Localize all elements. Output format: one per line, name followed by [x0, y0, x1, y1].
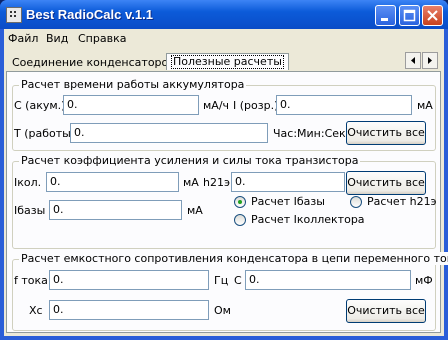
title-bar[interactable]: Best RadioCalc v.1.1 — [0, 0, 448, 29]
app-window: Best RadioCalc v.1.1 Файл Вид Справка Со… — [0, 0, 448, 340]
tab-useful-calculations-label: Полезные расчеты — [171, 55, 284, 69]
transistor-clear-button[interactable]: Очистить все — [346, 171, 426, 195]
tab-useful-calculations[interactable]: Полезные расчеты — [166, 53, 289, 70]
triangle-right-icon — [428, 57, 432, 64]
capacity-input[interactable]: 0. — [63, 95, 199, 115]
frequency-unit: Гц — [214, 274, 229, 287]
capacitance-input[interactable]: 0. — [245, 270, 411, 290]
reactance-input[interactable]: 0. — [49, 300, 209, 320]
current-unit: мА — [417, 99, 433, 112]
tab-panel: Расчет времени работы аккумулятора С (ак… — [6, 71, 448, 333]
radio-calc-h21-label[interactable]: Расчет h21э — [367, 195, 437, 208]
tab-scroll-left-button[interactable] — [405, 52, 421, 69]
transistor-group: Расчет коэффициента усиления и силы тока… — [12, 154, 437, 249]
battery-group-title: Расчет времени работы аккумулятора — [19, 78, 247, 91]
client-area: Файл Вид Справка Соединение конденсаторо… — [4, 29, 448, 336]
time-input[interactable]: 0. — [70, 123, 268, 143]
close-button[interactable] — [422, 5, 443, 26]
frequency-input[interactable]: 0. — [49, 270, 209, 290]
tab-scroll-arrows — [405, 52, 439, 69]
reactance-unit: Ом — [214, 304, 231, 317]
menu-help[interactable]: Справка — [78, 32, 126, 45]
minimize-icon — [381, 18, 388, 21]
capacitor-group-title: Расчет емкостного сопротивления конденса… — [19, 252, 448, 265]
maximize-button[interactable] — [399, 5, 420, 26]
reactance-label: Хс — [29, 304, 43, 317]
transistor-group-title: Расчет коэффициента усиления и силы тока… — [19, 154, 361, 167]
base-current-input[interactable]: 0. — [49, 200, 182, 220]
capacity-label: С (акум.) — [14, 99, 66, 112]
tab-scroll-right-button[interactable] — [422, 52, 438, 69]
capacitance-label: С — [234, 274, 242, 287]
time-label: Т (работы) — [14, 127, 76, 140]
app-icon[interactable] — [6, 7, 22, 23]
h21-label: h21э — [203, 176, 231, 189]
menu-bar: Файл Вид Справка — [4, 29, 444, 48]
radio-calc-base-current-label[interactable]: Расчет Iбазы — [251, 195, 325, 208]
time-unit: Час:Мин:Сек — [273, 127, 346, 140]
current-input[interactable]: 0. — [276, 95, 412, 115]
radio-calc-collector-current-label[interactable]: Расчет Iколлектора — [251, 213, 365, 226]
h21-input[interactable]: 0. — [231, 172, 345, 192]
menu-view[interactable]: Вид — [46, 32, 68, 45]
menu-file[interactable]: Файл — [8, 32, 38, 45]
window-title: Best RadioCalc v.1.1 — [26, 7, 153, 22]
capacity-unit: мА/ч — [203, 99, 230, 112]
collector-current-unit: мА — [183, 176, 199, 189]
maximize-icon — [403, 9, 416, 22]
base-current-unit: мА — [187, 204, 203, 217]
close-icon — [427, 10, 438, 21]
minimize-button[interactable] — [375, 5, 396, 26]
battery-clear-button[interactable]: Очистить все — [346, 121, 426, 145]
current-label: I (розр.) — [233, 99, 279, 112]
frequency-label: f тока — [14, 274, 48, 287]
base-current-label: Iбазы — [14, 204, 46, 217]
radio-calc-collector-current[interactable] — [234, 214, 246, 226]
capacitance-unit: мФ — [415, 274, 433, 287]
battery-group: Расчет времени работы аккумулятора С (ак… — [12, 78, 436, 151]
capacitor-clear-button[interactable]: Очистить все — [346, 299, 426, 323]
radio-calc-h21[interactable] — [350, 196, 362, 208]
collector-current-input[interactable]: 0. — [46, 172, 179, 192]
collector-current-label: Iкол. — [14, 176, 42, 189]
triangle-left-icon — [411, 57, 415, 64]
capacitor-group: Расчет емкостного сопротивления конденса… — [12, 252, 448, 331]
radio-calc-base-current[interactable] — [234, 196, 246, 208]
